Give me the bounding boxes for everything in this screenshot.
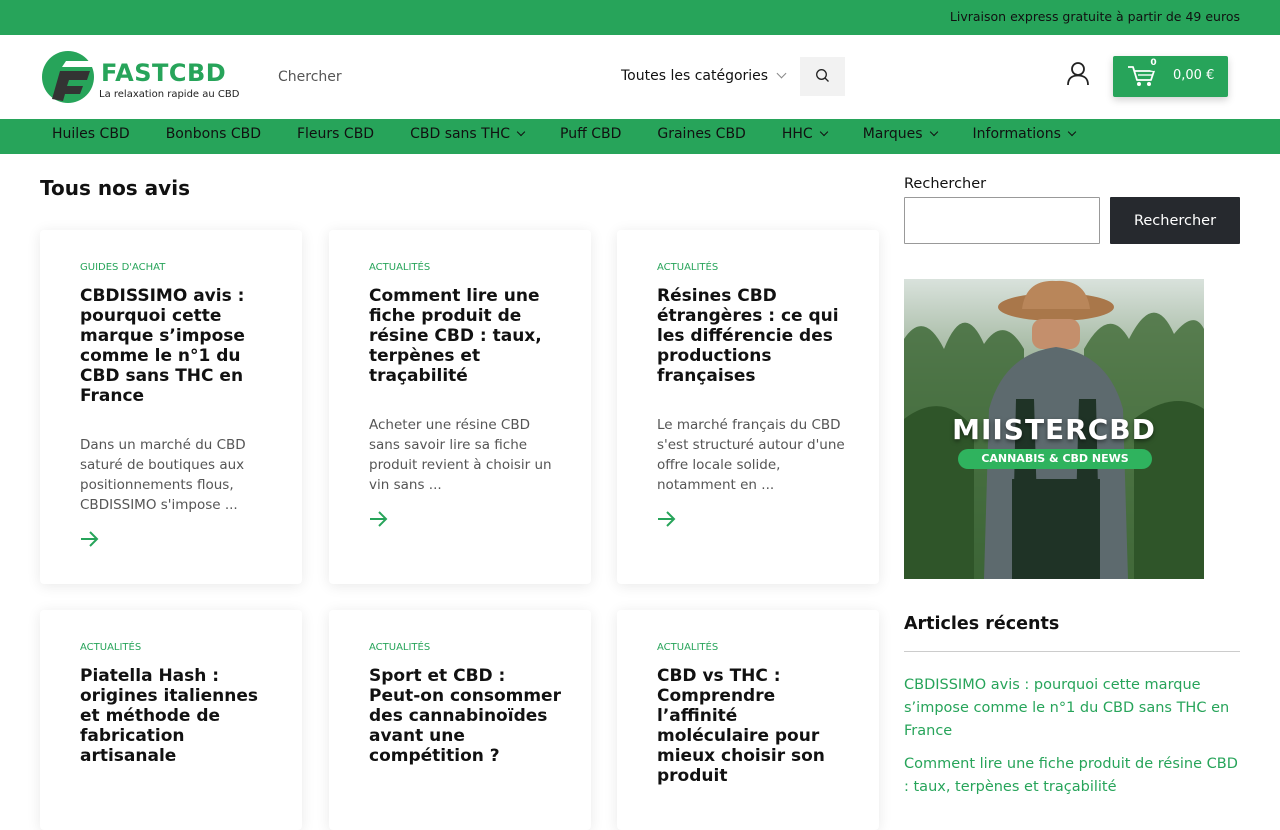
nav-item-label: Bonbons CBD bbox=[165, 126, 261, 142]
post-card[interactable]: Actualités CBD vs THC : Comprendre l’affi… bbox=[617, 610, 879, 830]
sidebar-search-button[interactable]: Rechercher bbox=[1110, 197, 1240, 244]
post-excerpt: Le marché français du CBD s'est structur… bbox=[657, 417, 845, 493]
nav-item[interactable]: Marques bbox=[851, 119, 938, 154]
nav-item[interactable]: Puff CBD bbox=[548, 119, 621, 154]
chevron-down-icon bbox=[929, 127, 938, 137]
ad-brand-text: MIISTERCBD bbox=[952, 413, 1156, 446]
post-title[interactable]: Résines CBD étrangères : ce qui les diff… bbox=[657, 286, 849, 386]
nav-item[interactable]: Fleurs CBD bbox=[285, 119, 374, 154]
cart-amount: 0,00 € bbox=[1173, 68, 1215, 83]
post-card[interactable]: Guides d'achat CBDISSIMO avis : pourquoi … bbox=[40, 230, 302, 584]
post-category[interactable]: Actualités bbox=[369, 642, 430, 653]
page-title: Tous nos avis bbox=[40, 176, 190, 200]
nav-item-label: Marques bbox=[862, 126, 923, 142]
post-title[interactable]: Piatella Hash : origines italiennes et m… bbox=[80, 666, 272, 766]
sidebar-search-label: Rechercher bbox=[904, 176, 987, 192]
user-icon bbox=[1067, 62, 1089, 86]
post-category[interactable]: Actualités bbox=[80, 642, 141, 653]
nav-item[interactable]: Graines CBD bbox=[645, 119, 745, 154]
nav-item-label: Puff CBD bbox=[560, 126, 622, 142]
cart-count-badge: 0 bbox=[1146, 56, 1161, 71]
nav-item[interactable]: Informations bbox=[961, 119, 1077, 154]
chevron-down-icon bbox=[819, 127, 828, 137]
nav-item-label: Fleurs CBD bbox=[296, 126, 375, 142]
nav-item[interactable]: CBD sans THC bbox=[398, 119, 526, 154]
chevron-down-icon bbox=[1067, 127, 1077, 137]
nav-item-label: Graines CBD bbox=[657, 126, 746, 142]
search-input[interactable] bbox=[264, 57, 604, 96]
top-promo-bar: Livraison express gratuite à partir de 4… bbox=[0, 0, 1280, 35]
post-card[interactable]: Actualités Piatella Hash : origines itali… bbox=[40, 610, 302, 830]
ad-tagline: CANNABIS & CBD NEWS bbox=[958, 449, 1152, 469]
ad-banner[interactable]: MIISTERCBD CANNABIS & CBD NEWS bbox=[904, 279, 1204, 579]
recent-article-link[interactable]: CBDISSIMO avis : pourquoi cette marque s… bbox=[904, 674, 1240, 743]
promo-text: Livraison express gratuite à partir de 4… bbox=[949, 9, 1240, 24]
site-logo[interactable]: FASTCBD La relaxation rapide au CBD bbox=[40, 49, 239, 105]
post-category[interactable]: Actualités bbox=[657, 262, 718, 273]
nav-list: Huiles CBD Bonbons CBD Fleurs CBD CBD sans … bbox=[40, 119, 1099, 154]
recent-article-link[interactable]: Comment lire une fiche produit de résine… bbox=[904, 753, 1240, 799]
logo-tagline: La relaxation rapide au CBD bbox=[99, 89, 240, 100]
main-nav: Huiles CBD Bonbons CBD Fleurs CBD CBD sans … bbox=[0, 119, 1280, 154]
post-card[interactable]: Actualités Comment lire une fiche produit… bbox=[329, 230, 591, 584]
recent-articles-title: Articles récents bbox=[904, 614, 1060, 634]
nav-item[interactable]: HHC bbox=[770, 119, 828, 154]
post-category[interactable]: Guides d'achat bbox=[80, 262, 165, 273]
search-icon bbox=[816, 69, 829, 82]
post-card[interactable]: Actualités Sport et CBD : Peut-on consomm… bbox=[329, 610, 591, 830]
arrow-right-icon[interactable] bbox=[80, 531, 100, 547]
category-select[interactable]: Toutes les catégories bbox=[621, 68, 787, 84]
logo-f-icon bbox=[42, 51, 94, 103]
post-excerpt: Acheter une résine CBD sans savoir lire … bbox=[369, 417, 552, 493]
post-card[interactable]: Actualités Résines CBD étrangères : ce qu… bbox=[617, 230, 879, 584]
nav-item[interactable]: Huiles CBD bbox=[40, 119, 130, 154]
post-excerpt: Dans un marché du CBD saturé de boutique… bbox=[80, 437, 246, 513]
post-title[interactable]: Comment lire une fiche produit de résine… bbox=[369, 286, 561, 386]
account-button[interactable] bbox=[1066, 61, 1090, 87]
category-select-label: Toutes les catégories bbox=[621, 68, 769, 84]
recent-articles-divider bbox=[904, 651, 1240, 652]
nav-item-label: HHC bbox=[781, 126, 813, 142]
nav-item-label: CBD sans THC bbox=[410, 126, 511, 142]
post-category[interactable]: Actualités bbox=[657, 642, 718, 653]
header-search: Toutes les catégories bbox=[264, 57, 845, 96]
nav-item-label: Informations bbox=[972, 126, 1061, 142]
nav-item-label: Huiles CBD bbox=[52, 126, 130, 142]
recent-articles-list: CBDISSIMO avis : pourquoi cette marque s… bbox=[904, 674, 1240, 809]
arrow-right-icon[interactable] bbox=[369, 511, 389, 527]
post-title[interactable]: CBDISSIMO avis : pourquoi cette marque s… bbox=[80, 286, 272, 406]
chevron-down-icon bbox=[516, 127, 526, 137]
post-title[interactable]: Sport et CBD : Peut-on consommer des can… bbox=[369, 666, 561, 766]
arrow-right-icon[interactable] bbox=[657, 511, 677, 527]
logo-brand: FASTCBD bbox=[101, 59, 227, 87]
nav-item[interactable]: Bonbons CBD bbox=[154, 119, 261, 154]
post-title[interactable]: CBD vs THC : Comprendre l’affinité moléc… bbox=[657, 666, 849, 786]
chevron-down-icon bbox=[776, 68, 787, 79]
post-category[interactable]: Actualités bbox=[369, 262, 430, 273]
sidebar-search-input[interactable] bbox=[904, 197, 1100, 244]
cart-button[interactable]: 0 0,00 € bbox=[1113, 56, 1228, 97]
site-header: FASTCBD La relaxation rapide au CBD Tout… bbox=[0, 35, 1280, 119]
search-button[interactable] bbox=[800, 57, 845, 96]
